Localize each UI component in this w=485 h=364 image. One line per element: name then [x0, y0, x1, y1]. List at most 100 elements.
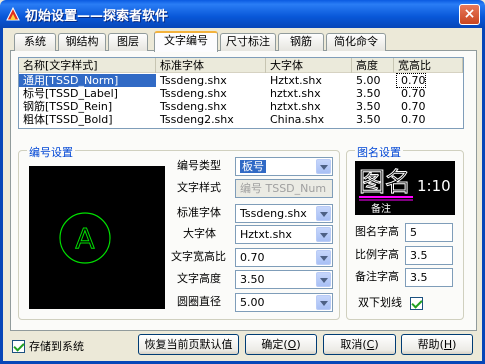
- table-row[interactable]: 钢筋[TSSD_Rein] Tssdeng.shx hztxt.shx 3.50…: [19, 100, 463, 113]
- text-height-value: 3.50: [240, 273, 265, 286]
- column-header-name[interactable]: 名称[文字样式]: [19, 58, 156, 73]
- table-cell: 5.00: [356, 74, 381, 87]
- table-row[interactable]: 标号[TSSD_Label] Tssdeng.shx hztxt.shx 3.5…: [19, 87, 463, 100]
- window-title: 初始设置——探索者软件: [25, 9, 169, 24]
- close-button[interactable]: ×: [459, 4, 480, 25]
- figure-name-settings-title: 图名设置: [355, 144, 403, 160]
- tab-layer[interactable]: 图层: [108, 33, 148, 51]
- column-header-big-font[interactable]: 大字体: [266, 58, 352, 73]
- figure-name-preview-note: 备注: [371, 202, 391, 215]
- tab-rebar[interactable]: 钢筋: [278, 33, 324, 51]
- table-cell: 3.50: [356, 113, 381, 126]
- ok-button[interactable]: 确定(O): [245, 334, 317, 355]
- text-style-value: 编号 TSSD_Num: [240, 182, 327, 195]
- text-height-label: 文字高度: [177, 272, 221, 285]
- numbering-preview: A: [29, 166, 165, 309]
- app-icon: [6, 6, 20, 21]
- table-cell: Hztxt.shx: [270, 74, 322, 87]
- table-cell: 0.70: [401, 87, 426, 100]
- numbering-preview-letter: A: [75, 222, 94, 255]
- help-button[interactable]: 帮助(H): [401, 334, 473, 355]
- figure-name-preview: 图名 1:10 备注: [355, 161, 455, 215]
- text-height-select[interactable]: 3.50: [235, 270, 333, 289]
- table-row[interactable]: 粗体[TSSD_Bold] Tssdeng2.shx China.shx 3.5…: [19, 113, 463, 126]
- figure-name-preview-drawing: 图名 1:10 备注: [359, 168, 451, 216]
- number-type-label: 编号类型: [177, 159, 221, 172]
- table-cell: hztxt.shx: [270, 87, 321, 100]
- column-header-ratio[interactable]: 宽高比: [394, 58, 463, 73]
- note-height-input[interactable]: 3.5: [405, 268, 453, 287]
- ok-button-key: O: [287, 338, 297, 351]
- title-bar[interactable]: 初始设置——探索者软件 ×: [0, 0, 485, 28]
- big-font-select[interactable]: Hztxt.shx: [235, 225, 333, 244]
- scale-height-label: 比例字高: [355, 248, 399, 261]
- figure-name-height-label: 图名字高: [355, 225, 399, 238]
- table-cell: hztxt.shx: [270, 100, 321, 113]
- number-type-value: 板号: [240, 160, 266, 173]
- save-to-system-label: 存储到系统: [29, 340, 84, 353]
- table-cell: 标号[TSSD_Label]: [23, 87, 118, 100]
- window-frame-left: [0, 28, 3, 364]
- table-row[interactable]: 通用[TSSD_Norm] Tssdeng.shx Hztxt.shx 5.00…: [19, 73, 463, 88]
- scale-height-input[interactable]: 3.5: [405, 246, 453, 265]
- circle-diameter-select[interactable]: 5.00: [235, 293, 333, 312]
- text-style-label: 文字样式: [177, 181, 221, 194]
- table-cell: 通用[TSSD_Norm]: [19, 74, 156, 87]
- chevron-down-icon[interactable]: [316, 272, 331, 287]
- text-ratio-label: 文字宽高比: [171, 250, 226, 263]
- cancel-button-label: 取消: [340, 338, 363, 351]
- table-cell: China.shx: [270, 113, 325, 126]
- figure-name-preview-main: 图名: [359, 168, 411, 198]
- restore-default-button[interactable]: 恢复当前页默认值: [138, 334, 239, 355]
- standard-font-select[interactable]: Tssdeng.shx: [235, 204, 333, 223]
- note-height-label: 备注字高: [355, 270, 399, 283]
- number-type-select[interactable]: 板号: [235, 157, 333, 176]
- numbering-settings-title: 编号设置: [27, 144, 75, 160]
- table-cell: Tssdeng2.shx: [160, 113, 234, 126]
- big-font-label: 大字体: [183, 227, 216, 240]
- save-to-system-checkbox[interactable]: [12, 340, 25, 353]
- table-cell: Tssdeng.shx: [160, 87, 227, 100]
- text-ratio-select[interactable]: 0.70: [235, 248, 333, 267]
- text-style-field: 编号 TSSD_Num: [235, 179, 333, 198]
- chevron-down-icon[interactable]: [316, 250, 331, 265]
- chevron-down-icon[interactable]: [316, 159, 331, 174]
- table-cell: 3.50: [356, 100, 381, 113]
- table-cell: 0.70: [401, 113, 426, 126]
- standard-font-label: 标准字体: [177, 206, 221, 219]
- tab-system[interactable]: 系统: [14, 33, 56, 51]
- table-cell: 粗体[TSSD_Bold]: [23, 113, 113, 126]
- figure-name-preview-scale: 1:10: [417, 177, 451, 195]
- close-icon: ×: [463, 6, 476, 22]
- double-underline-checkbox[interactable]: [410, 297, 423, 310]
- cancel-button-key: C: [366, 338, 375, 351]
- help-button-key: H: [443, 338, 453, 351]
- table-cell: Tssdeng.shx: [160, 74, 227, 87]
- tab-dimension[interactable]: 尺寸标注: [220, 33, 276, 51]
- figure-name-height-input[interactable]: 5: [405, 223, 453, 242]
- tab-steel-structure[interactable]: 钢结构: [58, 33, 106, 51]
- numbering-preview-drawing: A: [59, 212, 111, 264]
- big-font-value: Hztxt.shx: [240, 228, 292, 241]
- table-cell[interactable]: 0.70: [396, 73, 426, 88]
- help-button-label: 帮助: [417, 338, 440, 351]
- column-header-standard-font[interactable]: 标准字体: [156, 58, 266, 73]
- chevron-down-icon[interactable]: [316, 227, 331, 242]
- chevron-down-icon[interactable]: [316, 295, 331, 310]
- cancel-button[interactable]: 取消(C): [323, 334, 396, 355]
- standard-font-value: Tssdeng.shx: [240, 207, 307, 220]
- double-underline-label: 双下划线: [358, 296, 402, 309]
- column-header-height[interactable]: 高度: [352, 58, 394, 73]
- table-cell: 钢筋[TSSD_Rein]: [23, 100, 113, 113]
- table-cell: 3.50: [356, 87, 381, 100]
- chevron-down-icon[interactable]: [316, 206, 331, 221]
- table-cell: 0.70: [401, 100, 426, 113]
- text-style-table[interactable]: 名称[文字样式] 标准字体 大字体 高度 宽高比 通用[TSSD_Norm] T…: [18, 57, 464, 129]
- circle-diameter-value: 5.00: [240, 296, 265, 309]
- table-cell: Tssdeng.shx: [160, 100, 227, 113]
- tab-shortcut-commands[interactable]: 简化命令: [326, 33, 386, 51]
- text-ratio-value: 0.70: [240, 251, 265, 264]
- tab-text-numbering[interactable]: 文字编号: [154, 31, 218, 52]
- circle-diameter-label: 圆圈直径: [177, 295, 221, 308]
- table-header: 名称[文字样式] 标准字体 大字体 高度 宽高比: [19, 58, 463, 73]
